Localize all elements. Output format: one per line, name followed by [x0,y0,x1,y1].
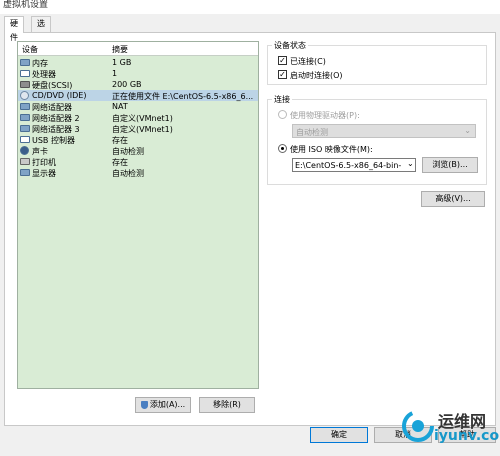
printer-icon [20,158,30,165]
device-row-usb-controller[interactable]: USB 控制器 存在 [18,134,258,145]
device-row-network-adapter-3[interactable]: 网络适配器 3 自定义(VMnet1) [18,123,258,134]
cpu-icon [20,70,30,77]
device-name: 显示器 [32,169,56,178]
add-hardware-label: 添加(A)... [149,400,186,409]
connected-checkbox[interactable]: ✓ [278,56,287,65]
physical-drive-value: 自动检测 [296,128,328,137]
device-list[interactable]: 设备 摘要 内存 1 GB 处理器 1 硬盘(SCSI) 200 GB CD/D… [17,41,259,389]
device-row-memory[interactable]: 内存 1 GB [18,57,258,68]
shield-icon [140,400,148,409]
hard-disk-icon [20,81,30,88]
device-row-cd-dvd[interactable]: CD/DVD (IDE) 正在使用文件 E:\CentOS-6.5-x86_6.… [18,90,258,101]
device-row-hard-disk[interactable]: 硬盘(SCSI) 200 GB [18,79,258,90]
connection-title: 连接 [272,94,292,105]
iso-image-label: 使用 ISO 映像文件(M): [290,145,373,154]
window-title: 虚拟机设置 [3,0,49,10]
window-titlebar: 虚拟机设置 [0,0,500,14]
advanced-button[interactable]: 高级(V)... [421,191,485,207]
device-status-title: 设备状态 [272,40,308,51]
device-row-display[interactable]: 显示器 自动检测 [18,167,258,178]
device-summary: 200 GB [112,80,142,89]
hardware-tab-panel: 设备 摘要 内存 1 GB 处理器 1 硬盘(SCSI) 200 GB CD/D… [4,32,496,426]
column-header-summary[interactable]: 摘要 [112,44,128,55]
watermark-url: iyunv.com [434,428,500,444]
device-row-network-adapter-2[interactable]: 网络适配器 2 自定义(VMnet1) [18,112,258,123]
device-summary: 自动检测 [112,169,144,178]
ok-button[interactable]: 确定 [310,427,368,443]
tab-hardware[interactable]: 硬件 [4,16,24,42]
device-name: CD/DVD (IDE) [32,91,87,100]
device-row-sound-card[interactable]: 声卡 自动检测 [18,145,258,156]
physical-drive-select[interactable]: 自动检测 ⌄ [292,124,476,138]
column-header-device[interactable]: 设备 [22,44,38,55]
connect-on-power-label: 启动时连接(O) [290,71,343,80]
iso-image-radio[interactable] [278,144,287,153]
tab-options[interactable]: 选项 [31,16,51,42]
iso-path-input[interactable]: E:\CentOS-6.5-x86_64-bin- [292,158,416,172]
device-status-group: 设备状态 ✓ 已连接(C) ✓ 启动时连接(O) [267,40,487,85]
remove-hardware-button[interactable]: 移除(R) [199,397,255,413]
device-row-processor[interactable]: 处理器 1 [18,68,258,79]
connected-label: 已连接(C) [290,57,326,66]
add-hardware-button[interactable]: 添加(A)... [135,397,191,413]
browse-button[interactable]: 浏览(B)... [422,157,478,173]
device-row-network-adapter[interactable]: 网络适配器 NAT [18,101,258,112]
device-summary: NAT [112,102,128,111]
connect-on-power-checkbox[interactable]: ✓ [278,70,287,79]
cd-dvd-icon [20,91,29,100]
device-summary: 1 [112,69,118,78]
network-adapter-icon [20,125,30,132]
network-adapter-icon [20,114,30,121]
device-row-printer[interactable]: 打印机 存在 [18,156,258,167]
watermark-logo-icon [402,410,434,442]
display-icon [20,169,30,176]
usb-icon [20,136,30,143]
connection-group: 连接 使用物理驱动器(P): 自动检测 ⌄ 使用 ISO 映像文件(M): E:… [267,94,487,185]
sound-card-icon [20,146,29,155]
device-list-header: 设备 摘要 [18,42,258,56]
physical-drive-label: 使用物理驱动器(P): [290,111,360,120]
site-watermark: 运维网 iyunv.com [398,402,500,456]
device-summary: 1 GB [112,58,132,67]
chevron-down-icon: ⌄ [464,126,471,135]
physical-drive-radio[interactable] [278,110,287,119]
memory-icon [20,59,30,66]
iso-path-value: E:\CentOS-6.5-x86_64-bin- [295,161,402,170]
chevron-down-icon[interactable]: ⌄ [407,159,414,168]
network-adapter-icon [20,103,30,110]
